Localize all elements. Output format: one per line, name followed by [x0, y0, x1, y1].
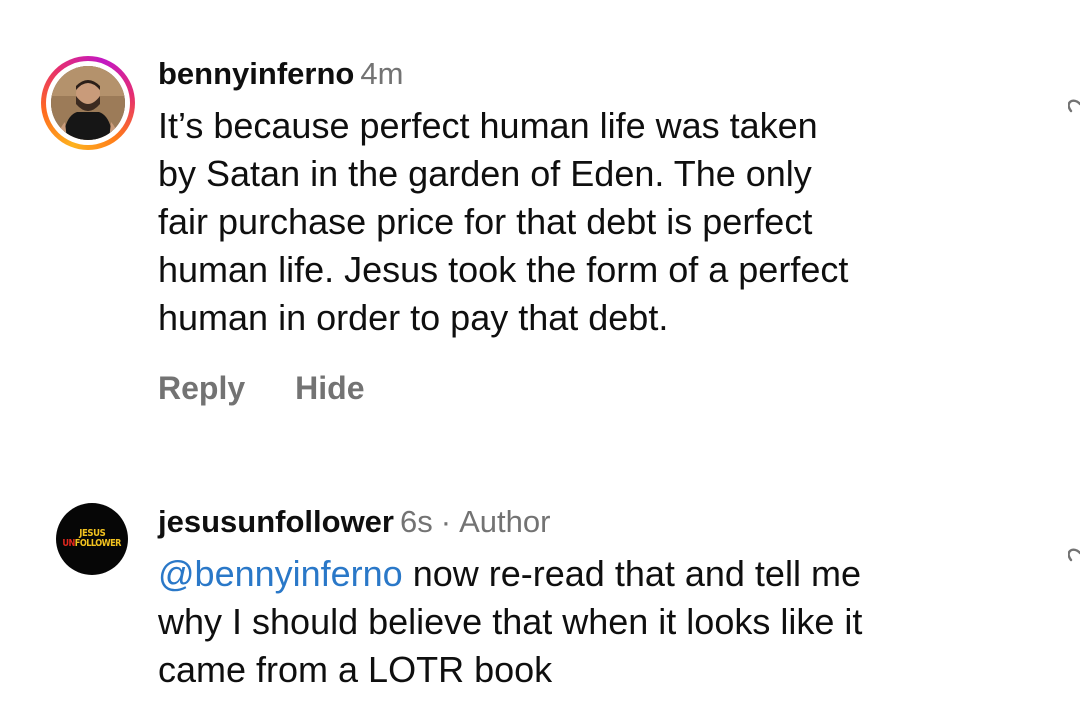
comment: jesusunfollower 6s · Author @bennyinferno n… [158, 503, 1038, 694]
comment-header: bennyinferno 4m [158, 55, 1038, 93]
comment-text: It’s because perfect human life was take… [158, 102, 1018, 342]
avatar-photo-icon [51, 66, 125, 140]
heart-icon[interactable] [1068, 547, 1080, 577]
comment-line: why I should believe that when it looks … [158, 601, 863, 642]
timestamp: 4m [360, 56, 404, 91]
comment: bennyinferno 4m It’s because perfect huma… [158, 55, 1038, 408]
hide-button[interactable]: Hide [295, 368, 364, 408]
heart-icon[interactable] [1068, 98, 1080, 128]
mention-link[interactable]: @bennyinferno [158, 553, 403, 594]
comment-line: by Satan in the garden of Eden. The only [158, 153, 812, 194]
comments-screen: bennyinferno 4m It’s because perfect huma… [0, 0, 1080, 720]
author-badge: Author [459, 504, 551, 539]
timestamp: 6s [399, 504, 433, 539]
comment-line: human in order to pay that debt. [158, 297, 669, 338]
comment-header: jesusunfollower 6s · Author [158, 503, 1038, 541]
comment-line: human life. Jesus took the form of a per… [158, 249, 849, 290]
avatar-gap [46, 61, 130, 145]
comment-line: @bennyinferno now re-read that and tell … [158, 550, 1018, 598]
comment-line-text: now re-read that and tell me [402, 553, 861, 594]
username[interactable]: bennyinferno [158, 56, 354, 91]
comment-text: @bennyinferno now re-read that and tell … [158, 550, 1018, 694]
reply-button[interactable]: Reply [158, 368, 245, 408]
comment-line: came from a LOTR book [158, 649, 553, 690]
logo-text: UNFOLLOWER [62, 538, 122, 549]
avatar [51, 66, 125, 140]
separator: · [440, 504, 452, 539]
avatar-story-ring[interactable] [41, 56, 135, 150]
comment-line: It’s because perfect human life was take… [158, 105, 818, 146]
avatar[interactable]: JESUS UNFOLLOWER [56, 503, 128, 575]
comment-line: fair purchase price for that debt is per… [158, 201, 813, 242]
comment-actions: Reply Hide [158, 368, 1038, 408]
username[interactable]: jesusunfollower [158, 504, 394, 539]
